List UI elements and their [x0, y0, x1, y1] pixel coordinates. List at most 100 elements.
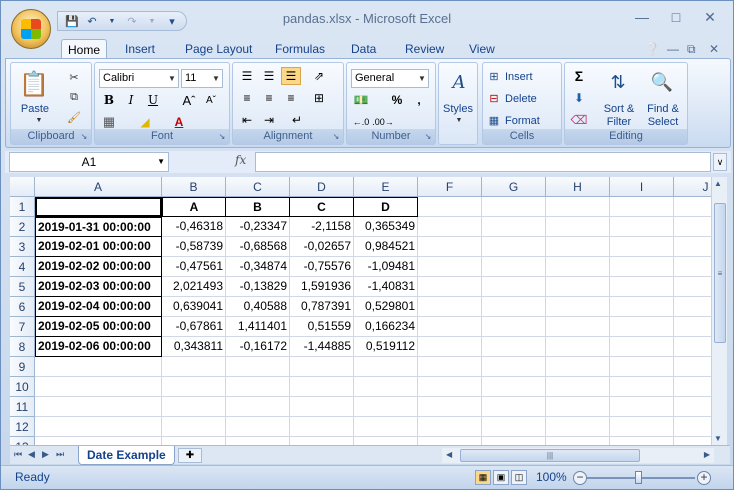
grid-cell[interactable] [482, 237, 546, 257]
value-cell[interactable]: -0,34874 [226, 257, 290, 277]
value-cell[interactable]: 0,787391 [290, 297, 354, 317]
grid-cell[interactable] [418, 437, 482, 445]
grid-cell[interactable] [162, 417, 226, 437]
find-select-icon[interactable]: 🔍 [649, 69, 675, 95]
align-top-icon[interactable]: ☰ [237, 67, 257, 85]
grid-cell[interactable] [290, 437, 354, 445]
grid-cell[interactable] [226, 377, 290, 397]
grid-cell[interactable] [546, 357, 610, 377]
scroll-up-icon[interactable]: ▲ [714, 179, 722, 188]
next-sheet-icon[interactable]: ▶ [42, 449, 49, 460]
close-icon[interactable]: ✕ [697, 9, 723, 29]
grid-cell[interactable] [546, 277, 610, 297]
insert-button[interactable]: Insert [505, 71, 533, 83]
grid-cell[interactable] [290, 377, 354, 397]
value-cell[interactable]: 0,166234 [354, 317, 418, 337]
grid-cell[interactable] [35, 437, 162, 445]
grid-cell[interactable] [610, 437, 674, 445]
grid-cell[interactable] [162, 357, 226, 377]
grid-cell[interactable] [674, 197, 711, 217]
value-cell[interactable]: -0,46318 [162, 217, 226, 237]
column-header[interactable]: D [290, 177, 354, 197]
grid-cell[interactable] [226, 417, 290, 437]
grid-cell[interactable] [674, 417, 711, 437]
value-cell[interactable]: -0,16172 [226, 337, 290, 357]
italic-icon[interactable]: I [121, 91, 141, 109]
align-middle-icon[interactable]: ☰ [259, 67, 279, 85]
insert-sheet-icon[interactable]: ✚ [178, 448, 202, 463]
grid-cell[interactable] [482, 397, 546, 417]
grid-cell[interactable] [546, 297, 610, 317]
styles-icon[interactable]: A [447, 69, 471, 95]
last-sheet-icon[interactable]: ⏭ [56, 449, 64, 460]
value-cell[interactable]: -1,44885 [290, 337, 354, 357]
paste-icon[interactable]: 📋 [19, 67, 49, 101]
tab-review[interactable]: Review [399, 39, 450, 59]
grid-cell[interactable] [674, 357, 711, 377]
grid-cell[interactable] [546, 397, 610, 417]
number-launcher-icon[interactable]: ↘ [423, 132, 433, 142]
row-header[interactable]: 13 [10, 437, 35, 445]
insert-function-button[interactable]: fx [235, 153, 251, 171]
grid-cell[interactable] [610, 417, 674, 437]
grid-cell[interactable] [674, 437, 711, 445]
grid-cell[interactable] [482, 437, 546, 445]
grid-cell[interactable] [35, 377, 162, 397]
value-cell[interactable]: -2,1158 [290, 217, 354, 237]
value-cell[interactable]: -0,02657 [290, 237, 354, 257]
value-cell[interactable]: 0,51559 [290, 317, 354, 337]
sort-filter-button[interactable]: Sort & Filter [601, 103, 637, 129]
row-header[interactable]: 2 [10, 217, 35, 237]
grid-cell[interactable] [290, 357, 354, 377]
grid-cell[interactable] [482, 257, 546, 277]
grid-cell[interactable] [610, 257, 674, 277]
value-cell[interactable]: -0,47561 [162, 257, 226, 277]
zoom-out-icon[interactable]: − [573, 471, 587, 485]
find-select-button[interactable]: Find & Select [643, 103, 683, 129]
grid-cell[interactable] [482, 277, 546, 297]
horizontal-scrollbar[interactable]: ◀ ||| ▶ [442, 448, 714, 463]
align-right-icon[interactable]: ≡ [281, 89, 301, 107]
grid-cell[interactable] [546, 437, 610, 445]
select-all-corner[interactable] [10, 177, 35, 197]
grid-cell[interactable] [610, 397, 674, 417]
tab-home[interactable]: Home [61, 39, 108, 59]
grid-cell[interactable] [610, 197, 674, 217]
value-cell[interactable]: 0,343811 [162, 337, 226, 357]
grid-cell[interactable] [482, 337, 546, 357]
expand-formula-bar-icon[interactable]: ∨ [713, 153, 727, 171]
grid-cell[interactable] [546, 197, 610, 217]
fill-icon[interactable]: ⬇ [569, 89, 589, 107]
date-index-cell[interactable]: 2019-02-06 00:00:00 [35, 337, 162, 357]
decrease-indent-icon[interactable]: ⇤ [237, 111, 257, 129]
grid-cell[interactable] [610, 297, 674, 317]
grid-cell[interactable] [546, 417, 610, 437]
grid-cell[interactable] [226, 357, 290, 377]
percent-button[interactable]: % [387, 91, 407, 109]
grid-cell[interactable] [674, 297, 711, 317]
grid-cell[interactable] [418, 217, 482, 237]
grid-cell[interactable] [546, 217, 610, 237]
grid-cell[interactable] [482, 317, 546, 337]
row-header[interactable]: 8 [10, 337, 35, 357]
grid-cell[interactable] [674, 277, 711, 297]
date-index-cell[interactable]: 2019-02-01 00:00:00 [35, 237, 162, 257]
font-size-combo[interactable]: 11 ▼ [181, 69, 223, 88]
grid-cell[interactable] [674, 397, 711, 417]
row-header[interactable]: 11 [10, 397, 35, 417]
column-header[interactable]: E [354, 177, 418, 197]
row-header[interactable]: 1 [10, 197, 35, 217]
vertical-scroll-thumb[interactable]: ≡ [714, 203, 726, 343]
table-header-cell[interactable]: B [226, 197, 290, 217]
grid-cell[interactable] [546, 337, 610, 357]
row-header[interactable]: 5 [10, 277, 35, 297]
value-cell[interactable]: -1,40831 [354, 277, 418, 297]
grid-cell[interactable] [674, 337, 711, 357]
grid-cell[interactable] [674, 317, 711, 337]
grid-cell[interactable] [482, 197, 546, 217]
grid-cell[interactable] [354, 397, 418, 417]
column-header[interactable]: B [162, 177, 226, 197]
row-header[interactable]: 10 [10, 377, 35, 397]
grid-cell[interactable] [418, 237, 482, 257]
sheet-tab-date-example[interactable]: Date Example [78, 446, 175, 465]
